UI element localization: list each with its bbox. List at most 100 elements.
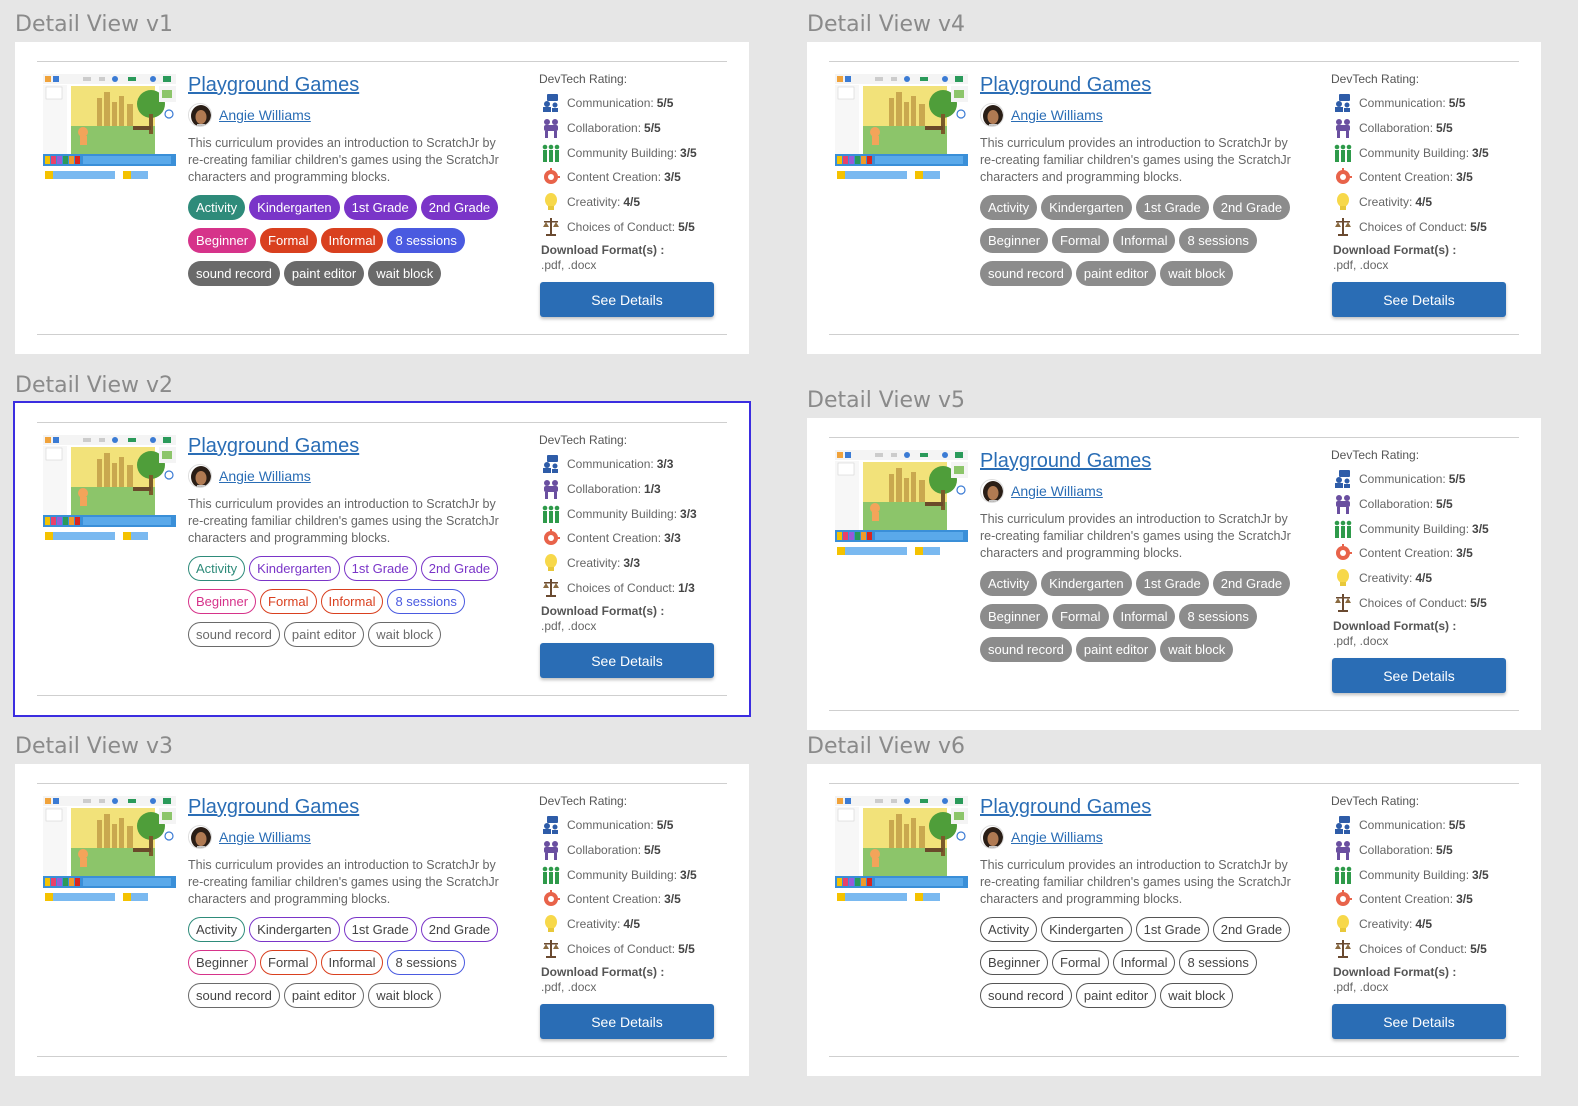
see-details-button[interactable]: See Details: [1332, 1004, 1506, 1039]
tag-chip[interactable]: sound record: [188, 983, 280, 1008]
tag-chip[interactable]: paint editor: [1075, 983, 1157, 1008]
tag-chip[interactable]: Formal: [1052, 950, 1109, 975]
tag-chip[interactable]: 1st Grade: [1135, 917, 1209, 942]
curriculum-thumbnail[interactable]: [835, 796, 968, 910]
curriculum-thumbnail[interactable]: [43, 796, 176, 910]
rating-label: Creativity:: [567, 556, 621, 571]
tag-chip[interactable]: sound record: [188, 622, 280, 647]
tag-chip[interactable]: Activity: [980, 917, 1038, 942]
tag-chip[interactable]: Informal: [320, 589, 384, 614]
curriculum-thumbnail[interactable]: [43, 435, 176, 549]
tag-chip[interactable]: Kindergarten: [249, 917, 340, 942]
curriculum-title-link[interactable]: Playground Games: [980, 72, 1305, 98]
tag-chip[interactable]: wait block: [368, 261, 442, 286]
tag-chip[interactable]: Informal: [1112, 228, 1176, 253]
tag-chip[interactable]: 8 sessions: [1179, 604, 1257, 629]
tag-chip[interactable]: 1st Grade: [343, 556, 417, 581]
tag-chip[interactable]: 2nd Grade: [1212, 571, 1291, 596]
tag-chip[interactable]: Formal: [260, 228, 317, 253]
rating-row: Content Creation: 3/5: [539, 887, 729, 912]
tag-chip[interactable]: Informal: [320, 950, 384, 975]
tag-chip[interactable]: Kindergarten: [1041, 571, 1132, 596]
tag-chip[interactable]: 1st Grade: [1135, 571, 1209, 596]
tag-chip[interactable]: Beginner: [188, 589, 257, 614]
tag-chip[interactable]: Beginner: [980, 228, 1049, 253]
tag-chip[interactable]: Formal: [1052, 604, 1109, 629]
tag-chip[interactable]: Beginner: [188, 228, 257, 253]
tag-chip[interactable]: Kindergarten: [249, 195, 340, 220]
tag-chip[interactable]: Kindergarten: [249, 556, 340, 581]
tag-chip[interactable]: 2nd Grade: [420, 556, 499, 581]
curriculum-title-link[interactable]: Playground Games: [188, 794, 513, 820]
rating-value: 4/5: [1415, 917, 1433, 932]
tag-chip[interactable]: sound record: [980, 261, 1072, 286]
tag-chip[interactable]: sound record: [188, 261, 280, 286]
tag-chip[interactable]: sound record: [980, 637, 1072, 662]
tag-chip[interactable]: Beginner: [980, 604, 1049, 629]
see-details-button[interactable]: See Details: [540, 1004, 714, 1039]
tag-chip[interactable]: wait block: [1160, 637, 1234, 662]
tag-chip[interactable]: paint editor: [1075, 637, 1157, 662]
author-link[interactable]: Angie Williams: [219, 107, 311, 123]
tag-chip[interactable]: 8 sessions: [387, 589, 465, 614]
tag-chip[interactable]: Formal: [1052, 228, 1109, 253]
tag-chip[interactable]: Kindergarten: [1041, 195, 1132, 220]
tag-chip[interactable]: Activity: [188, 917, 246, 942]
tag-chip[interactable]: Beginner: [980, 950, 1049, 975]
curriculum-thumbnail[interactable]: [835, 74, 968, 188]
see-details-button[interactable]: See Details: [540, 643, 714, 678]
tag-chip[interactable]: Formal: [260, 950, 317, 975]
tag-chip[interactable]: Formal: [260, 589, 317, 614]
curriculum-thumbnail[interactable]: [43, 74, 176, 188]
curriculum-title-link[interactable]: Playground Games: [980, 794, 1305, 820]
see-details-button[interactable]: See Details: [1332, 282, 1506, 317]
tag-chip[interactable]: paint editor: [1075, 261, 1157, 286]
curriculum-title-link[interactable]: Playground Games: [188, 433, 513, 459]
author-link[interactable]: Angie Williams: [219, 468, 311, 484]
tag-chip[interactable]: Activity: [188, 195, 246, 220]
tag-chip[interactable]: 1st Grade: [343, 917, 417, 942]
see-details-button[interactable]: See Details: [1332, 658, 1506, 693]
rating-row: Creativity: 4/5: [1331, 190, 1521, 215]
tag-chip[interactable]: 1st Grade: [343, 195, 417, 220]
rating-value: 3/5: [1456, 546, 1473, 561]
tag-chip[interactable]: sound record: [980, 983, 1072, 1008]
rating-label: Choices of Conduct:: [1359, 219, 1468, 234]
tag-chip[interactable]: wait block: [1160, 983, 1234, 1008]
tag-chip[interactable]: 8 sessions: [387, 950, 465, 975]
tag-chip[interactable]: paint editor: [283, 983, 365, 1008]
tag-chip[interactable]: wait block: [368, 622, 442, 647]
tag-chip[interactable]: Activity: [980, 195, 1038, 220]
tag-chip[interactable]: Beginner: [188, 950, 257, 975]
tag-chip[interactable]: Activity: [980, 571, 1038, 596]
author-link[interactable]: Angie Williams: [1011, 829, 1103, 845]
see-details-button[interactable]: See Details: [540, 282, 714, 317]
tag-chip[interactable]: 8 sessions: [1179, 950, 1257, 975]
curriculum-title-link[interactable]: Playground Games: [980, 448, 1305, 474]
author-link[interactable]: Angie Williams: [219, 829, 311, 845]
author-link[interactable]: Angie Williams: [1011, 107, 1103, 123]
tag-chip[interactable]: Informal: [320, 228, 384, 253]
rating-label: Collaboration:: [567, 121, 642, 136]
tag-chip[interactable]: Informal: [1112, 950, 1176, 975]
tag-chip[interactable]: 2nd Grade: [420, 195, 499, 220]
tag-chip[interactable]: wait block: [1160, 261, 1234, 286]
tag-chip[interactable]: wait block: [368, 983, 442, 1008]
tag-chip[interactable]: 8 sessions: [387, 228, 465, 253]
curriculum-title-link[interactable]: Playground Games: [188, 72, 513, 98]
tag-chip[interactable]: Activity: [188, 556, 246, 581]
rating-label: Content Creation:: [567, 531, 662, 546]
tag-chip[interactable]: 8 sessions: [1179, 228, 1257, 253]
tag-chip[interactable]: 2nd Grade: [420, 917, 499, 942]
tag-chip[interactable]: paint editor: [283, 261, 365, 286]
curriculum-thumbnail[interactable]: [835, 450, 968, 564]
tag-chip[interactable]: Informal: [1112, 604, 1176, 629]
tag-chip[interactable]: Kindergarten: [1041, 917, 1132, 942]
tag-chip[interactable]: 2nd Grade: [1212, 917, 1291, 942]
author-link[interactable]: Angie Williams: [1011, 483, 1103, 499]
tag-chip[interactable]: 2nd Grade: [1212, 195, 1291, 220]
tag-chip[interactable]: 1st Grade: [1135, 195, 1209, 220]
rating-label: Community Building:: [1359, 521, 1470, 536]
frame-label: Detail View v3: [15, 734, 174, 759]
tag-chip[interactable]: paint editor: [283, 622, 365, 647]
